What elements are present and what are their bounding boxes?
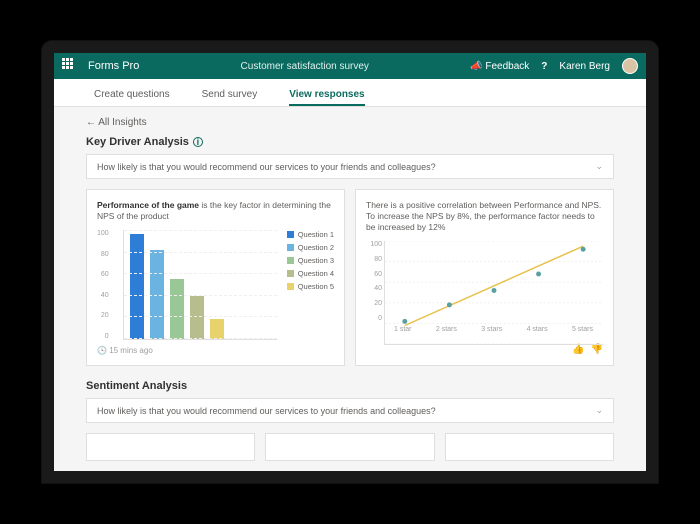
bar: [190, 296, 204, 340]
legend-item: Question 4: [287, 269, 334, 278]
tab-create-questions[interactable]: Create questions: [94, 89, 170, 106]
back-all-insights[interactable]: All Insights: [86, 117, 614, 128]
app-name: Forms Pro: [88, 60, 139, 72]
bar: [130, 234, 144, 339]
app-launcher-icon[interactable]: [62, 58, 78, 74]
help-icon[interactable]: [541, 61, 547, 72]
legend-item: Question 1: [287, 230, 334, 239]
legend-item: Question 3: [287, 256, 334, 265]
legend-item: Question 5: [287, 282, 334, 291]
thumbs-down-icon[interactable]: 👎: [591, 344, 603, 355]
timestamp: 🕓 15 mins ago: [97, 346, 153, 355]
bar: [210, 319, 224, 339]
bar: [170, 279, 184, 339]
chevron-down-icon: [595, 161, 603, 172]
sentiment-title: Sentiment Analysis: [86, 380, 614, 392]
sentiment-placeholders: [86, 433, 614, 461]
app-header: Forms Pro Customer satisfaction survey F…: [54, 53, 646, 79]
line-chart: 100806040200 1 star2 stars3 stars4 stars…: [366, 241, 603, 338]
top-tabs: Create questions Send survey View respon…: [54, 79, 646, 107]
bar-chart: [123, 230, 277, 340]
user-name[interactable]: Karen Berg: [559, 61, 610, 72]
bar-chart-card: Performance of the game is the key facto…: [86, 189, 345, 366]
sentiment-question-dropdown[interactable]: How likely is that you would recommend o…: [86, 398, 614, 423]
content-area: All Insights Key Driver Analysis i How l…: [54, 107, 646, 471]
bar-y-axis: 100806040200: [97, 230, 113, 340]
thumbs-up-icon[interactable]: 👍: [572, 344, 584, 355]
bar-card-caption: Performance of the game is the key facto…: [97, 200, 334, 222]
line-card-caption: There is a positive correlation between …: [366, 200, 603, 233]
key-driver-title: Key Driver Analysis i: [86, 136, 614, 148]
line-chart-card: There is a positive correlation between …: [355, 189, 614, 366]
tab-send-survey[interactable]: Send survey: [202, 89, 258, 106]
legend-item: Question 2: [287, 243, 334, 252]
bar-legend: Question 1 Question 2 Question 3 Question 4…: [287, 230, 334, 340]
question-dropdown[interactable]: How likely is that you would recommend o…: [86, 154, 614, 179]
tab-view-responses[interactable]: View responses: [289, 89, 364, 106]
document-title: Customer satisfaction survey: [139, 61, 470, 72]
info-icon[interactable]: i: [193, 137, 203, 147]
feedback-link[interactable]: Feedback: [470, 61, 529, 72]
chevron-down-icon: [595, 405, 603, 416]
bar: [150, 250, 164, 339]
megaphone-icon: [470, 61, 482, 72]
avatar[interactable]: [622, 58, 638, 74]
